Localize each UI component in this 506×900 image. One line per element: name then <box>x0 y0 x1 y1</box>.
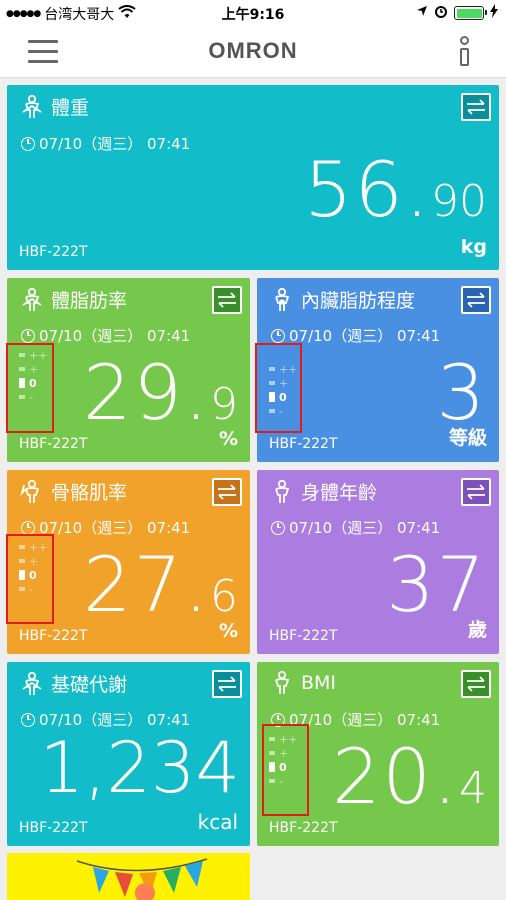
measure-time: 07/10（週三） 07:41 <box>289 711 441 729</box>
swap-arrows-icon <box>218 292 236 308</box>
card-title: 體脂肪率 <box>51 290 128 312</box>
info-icon[interactable] <box>456 36 472 68</box>
brand-logo: OMRON <box>208 38 298 63</box>
clock-icon <box>21 520 35 535</box>
device-label: HBF-222T <box>269 820 338 836</box>
highlight-box <box>6 534 54 624</box>
swap-arrows-icon <box>467 484 485 500</box>
swap-arrows-icon <box>467 99 485 115</box>
card-title: 體重 <box>51 97 90 119</box>
location-icon <box>416 5 428 21</box>
card-basal-metabolism[interactable]: 基礎代謝 07/10（週三） 07:41 1,234 HBF-222T kcal <box>7 662 250 846</box>
person-icon <box>22 287 42 311</box>
card-title: 身體年齡 <box>301 482 378 504</box>
person-icon <box>275 479 290 503</box>
card-title: 內臟脂肪程度 <box>301 290 416 312</box>
card-weight[interactable]: 體重 07/10（週三） 07:41 56.90 HBF-222T kg <box>7 85 499 270</box>
card-title: BMI <box>301 672 337 694</box>
unit-label: 歲 <box>467 619 487 641</box>
measure-value: 27.6 <box>83 540 238 629</box>
swap-button[interactable] <box>461 93 491 121</box>
measure-time: 07/10（週三） 07:41 <box>289 327 441 345</box>
measure-value: 20.4 <box>332 732 487 821</box>
highlight-box <box>6 343 54 433</box>
measure-value: 1,234 <box>39 727 240 809</box>
person-organ-icon <box>275 287 290 311</box>
swap-arrows-icon <box>218 484 236 500</box>
clock-icon <box>21 712 35 727</box>
person-arm-icon <box>20 479 40 503</box>
measure-time: 07/10（週三） 07:41 <box>39 327 191 345</box>
swap-button[interactable] <box>461 478 491 506</box>
swap-arrows-icon <box>467 292 485 308</box>
card-title: 骨骼肌率 <box>51 482 128 504</box>
app-header: OMRON <box>0 26 506 78</box>
unit-label: % <box>218 620 238 642</box>
device-label: HBF-222T <box>19 820 88 836</box>
battery-icon <box>454 6 487 20</box>
unit-label: kcal <box>197 810 238 834</box>
swap-button[interactable] <box>212 478 242 506</box>
swap-button[interactable] <box>212 286 242 314</box>
clock-icon <box>271 520 285 535</box>
unit-label: 等級 <box>448 427 487 449</box>
measure-time: 07/10（週三） 07:41 <box>39 135 191 153</box>
swap-button[interactable] <box>461 286 491 314</box>
card-body-age[interactable]: 身體年齡 07/10（週三） 07:41 37 HBF-222T 歲 <box>257 470 499 654</box>
clock-icon <box>21 328 35 343</box>
highlight-box <box>255 343 302 433</box>
device-label: HBF-222T <box>19 244 88 260</box>
measure-value: 29.9 <box>83 348 238 437</box>
promo-banner[interactable] <box>7 853 250 900</box>
swap-button[interactable] <box>212 670 242 698</box>
alarm-icon <box>434 4 448 22</box>
device-label: HBF-222T <box>269 628 338 644</box>
person-icon <box>22 94 42 118</box>
card-title: 基礎代謝 <box>51 674 128 696</box>
measure-time: 07/10（週三） 07:41 <box>289 519 441 537</box>
bunting-decoration <box>76 858 208 900</box>
unit-label: kg <box>460 236 487 258</box>
clock-icon <box>271 328 285 343</box>
status-bar: ●●●●● 台湾大哥大 上午9:16 <box>0 0 506 26</box>
measure-time: 07/10（週三） 07:41 <box>39 519 191 537</box>
person-icon <box>22 671 42 695</box>
device-label: HBF-222T <box>19 628 88 644</box>
measure-value: 56.90 <box>304 145 487 234</box>
swap-arrows-icon <box>218 676 236 692</box>
device-label: HBF-222T <box>19 436 88 452</box>
device-label: HBF-222T <box>269 436 338 452</box>
swap-button[interactable] <box>461 670 491 698</box>
highlight-box <box>262 724 309 816</box>
clock-icon <box>21 136 35 151</box>
charging-icon <box>490 4 498 22</box>
person-bmi-icon <box>275 670 290 694</box>
swap-arrows-icon <box>467 676 485 692</box>
unit-label: % <box>218 428 238 450</box>
